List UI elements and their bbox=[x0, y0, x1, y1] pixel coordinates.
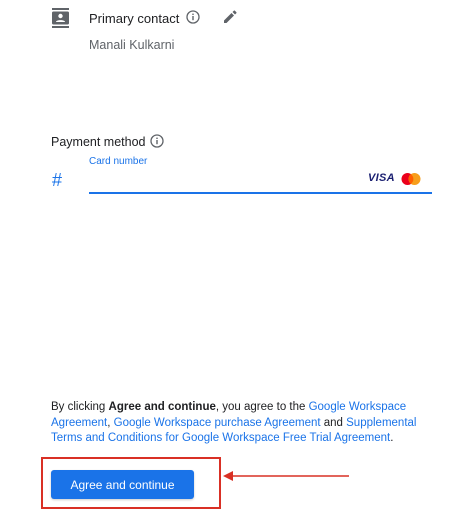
agreement-middle: , you agree to the bbox=[215, 401, 309, 413]
primary-contact-title: Primary contact bbox=[89, 11, 180, 26]
payment-info-icon[interactable] bbox=[150, 134, 164, 148]
card-number-hash-icon: # bbox=[52, 170, 63, 190]
agreement-text: By clicking Agree and continue, you agre… bbox=[51, 400, 431, 447]
card-number-field[interactable]: Card number VISA bbox=[89, 154, 432, 194]
payment-method-title: Payment method bbox=[51, 135, 146, 149]
visa-logo: VISA bbox=[368, 172, 395, 184]
mastercard-logo-icon bbox=[401, 173, 421, 185]
card-number-label: Card number bbox=[89, 156, 148, 167]
agreement-prefix: By clicking bbox=[51, 401, 109, 413]
agree-and-continue-button[interactable]: Agree and continue bbox=[51, 470, 194, 499]
agreement-bold: Agree and continue bbox=[108, 401, 216, 413]
agreement-end: . bbox=[390, 432, 394, 444]
purchase-agreement-link[interactable]: Google Workspace purchase Agreement bbox=[114, 417, 321, 429]
primary-contact-name: Manali Kulkarni bbox=[89, 38, 175, 52]
checkout-page: Primary contact Manali Kulkarni Payment … bbox=[0, 0, 474, 514]
contact-card-icon bbox=[52, 8, 69, 28]
agreement-separator-2: and bbox=[320, 416, 347, 429]
edit-icon[interactable] bbox=[222, 9, 238, 25]
card-number-underline bbox=[89, 192, 432, 194]
annotation-arrow-icon bbox=[223, 471, 349, 481]
info-icon[interactable] bbox=[186, 10, 200, 24]
